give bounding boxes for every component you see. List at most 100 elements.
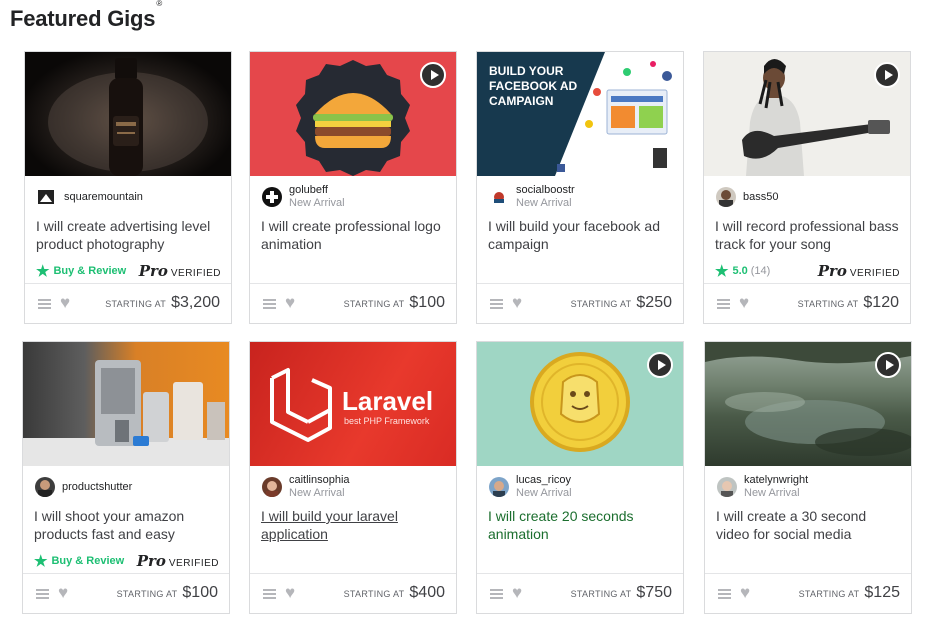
price[interactable]: STARTING AT $100 (117, 584, 218, 602)
menu-icon[interactable] (490, 589, 503, 599)
heart-icon[interactable]: ♥ (512, 583, 522, 603)
price[interactable]: STARTING AT $100 (344, 294, 445, 312)
seller-avatar (489, 477, 509, 497)
gig-title[interactable]: I will create 20 seconds animation (488, 507, 674, 543)
card-footer: ♥ STARTING AT $100 (250, 283, 456, 323)
seller-name[interactable]: lucas_ricoy (516, 474, 572, 487)
gig-card[interactable]: Laravel best PHP Framework caitlinsophia… (249, 341, 457, 614)
rating: ★ 5.0 (14) (715, 262, 770, 280)
gig-thumbnail[interactable] (250, 52, 456, 176)
gig-card[interactable]: BUILD YOUR FACEBOOK AD CAMPAIGN socialbo… (476, 51, 684, 324)
price[interactable]: STARTING AT $400 (344, 584, 445, 602)
menu-icon[interactable] (38, 299, 51, 309)
pro-verified-badge: Pro VERIFIED (138, 262, 221, 280)
seller-info[interactable]: caitlinsophia New Arrival (262, 474, 350, 499)
seller-name[interactable]: caitlinsophia (289, 474, 350, 487)
play-icon[interactable] (875, 352, 901, 378)
seller-info[interactable]: golubeff New Arrival (262, 184, 345, 209)
card-footer: ♥ STARTING AT $125 (705, 573, 911, 613)
gig-thumbnail[interactable] (705, 342, 911, 466)
gig-title[interactable]: I will build your facebook ad campaign (488, 217, 674, 253)
card-footer: ♥ STARTING AT $750 (477, 573, 683, 613)
gig-title[interactable]: I will build your laravel application (261, 507, 447, 543)
seller-avatar (262, 477, 282, 497)
pro-verified-badge: Pro VERIFIED (817, 262, 900, 280)
seller-level: New Arrival (289, 487, 345, 499)
heart-icon[interactable]: ♥ (740, 583, 750, 603)
thumbnail-text: Laravel (342, 386, 434, 416)
menu-icon[interactable] (263, 589, 276, 599)
play-icon[interactable] (874, 62, 900, 88)
card-footer: ♥ STARTING AT $250 (477, 283, 683, 323)
heart-icon[interactable]: ♥ (512, 293, 522, 313)
seller-avatar (262, 187, 282, 207)
seller-info[interactable]: socialboostr New Arrival (489, 184, 575, 209)
seller-name[interactable]: socialboostr (516, 184, 575, 197)
seller-info[interactable]: lucas_ricoy New Arrival (489, 474, 572, 499)
gig-card[interactable]: lucas_ricoy New Arrival I will create 20… (476, 341, 684, 614)
seller-info[interactable]: squaremountain (37, 186, 143, 208)
price[interactable]: STARTING AT $3,200 (105, 294, 220, 312)
price[interactable]: STARTING AT $120 (798, 294, 899, 312)
menu-icon[interactable] (718, 589, 731, 599)
price[interactable]: STARTING AT $250 (571, 294, 672, 312)
menu-icon[interactable] (490, 299, 503, 309)
card-footer: ♥ STARTING AT $3,200 (25, 283, 231, 323)
seller-info[interactable]: productshutter (35, 476, 132, 498)
price[interactable]: STARTING AT $125 (799, 584, 900, 602)
gig-thumbnail[interactable] (477, 342, 683, 466)
seller-level: New Arrival (289, 197, 345, 209)
gig-thumbnail[interactable]: Laravel best PHP Framework (250, 342, 456, 466)
gig-thumbnail[interactable] (23, 342, 229, 466)
gig-thumbnail[interactable]: BUILD YOUR FACEBOOK AD CAMPAIGN (477, 52, 683, 176)
gig-title[interactable]: I will create professional logo animatio… (261, 217, 447, 253)
thumbnail-subtext: best PHP Framework (344, 416, 430, 426)
seller-name[interactable]: squaremountain (64, 191, 143, 204)
heart-icon[interactable]: ♥ (58, 583, 68, 603)
seller-name[interactable]: golubeff (289, 184, 345, 197)
seller-name[interactable]: productshutter (62, 481, 132, 494)
card-footer: ♥ STARTING AT $120 (704, 283, 910, 323)
play-icon[interactable] (420, 62, 446, 88)
gig-title[interactable]: I will record professional bass track fo… (715, 217, 901, 253)
star-icon: ★ (36, 263, 50, 280)
menu-icon[interactable] (36, 589, 49, 599)
gig-title[interactable]: I will create a 30 second video for soci… (716, 507, 902, 543)
gig-thumbnail[interactable] (704, 52, 910, 176)
seller-avatar (717, 477, 737, 497)
gig-card[interactable]: golubeff New Arrival I will create profe… (249, 51, 457, 324)
star-icon: ★ (715, 263, 729, 280)
seller-level: New Arrival (744, 487, 800, 499)
heart-icon[interactable]: ♥ (285, 293, 295, 313)
registered-mark: ® (156, 0, 163, 8)
seller-avatar (489, 187, 509, 207)
page-title: Featured Gigs® (10, 0, 163, 31)
card-footer: ♥ STARTING AT $400 (250, 573, 456, 613)
seller-info[interactable]: bass50 (716, 186, 778, 208)
heart-icon[interactable]: ♥ (285, 583, 295, 603)
bottle-image (48, 58, 208, 176)
star-icon: ★ (34, 553, 48, 570)
seller-avatar (716, 187, 736, 207)
gig-card[interactable]: bass50 I will record professional bass t… (703, 51, 911, 324)
seller-name[interactable]: bass50 (743, 191, 778, 204)
gig-card[interactable]: squaremountain I will create advertising… (24, 51, 232, 324)
menu-icon[interactable] (717, 299, 730, 309)
play-icon[interactable] (647, 352, 673, 378)
rating-score: 5.0 (732, 265, 748, 277)
seller-name[interactable]: katelynwright (744, 474, 808, 487)
gig-card[interactable]: productshutter I will shoot your amazon … (22, 341, 230, 614)
seller-level: New Arrival (516, 487, 572, 499)
appliance-image (23, 360, 229, 466)
gig-thumbnail[interactable] (25, 52, 231, 176)
gig-title[interactable]: I will create advertising level product … (36, 217, 222, 253)
menu-icon[interactable] (263, 299, 276, 309)
gig-title[interactable]: I will shoot your amazon products fast a… (34, 507, 220, 543)
price[interactable]: STARTING AT $750 (571, 584, 672, 602)
seller-info[interactable]: katelynwright New Arrival (717, 474, 808, 499)
seller-level: New Arrival (516, 197, 572, 209)
heart-icon[interactable]: ♥ (60, 293, 70, 313)
heart-icon[interactable]: ♥ (739, 293, 749, 313)
card-footer: ♥ STARTING AT $100 (23, 573, 229, 613)
gig-card[interactable]: katelynwright New Arrival I will create … (704, 341, 912, 614)
